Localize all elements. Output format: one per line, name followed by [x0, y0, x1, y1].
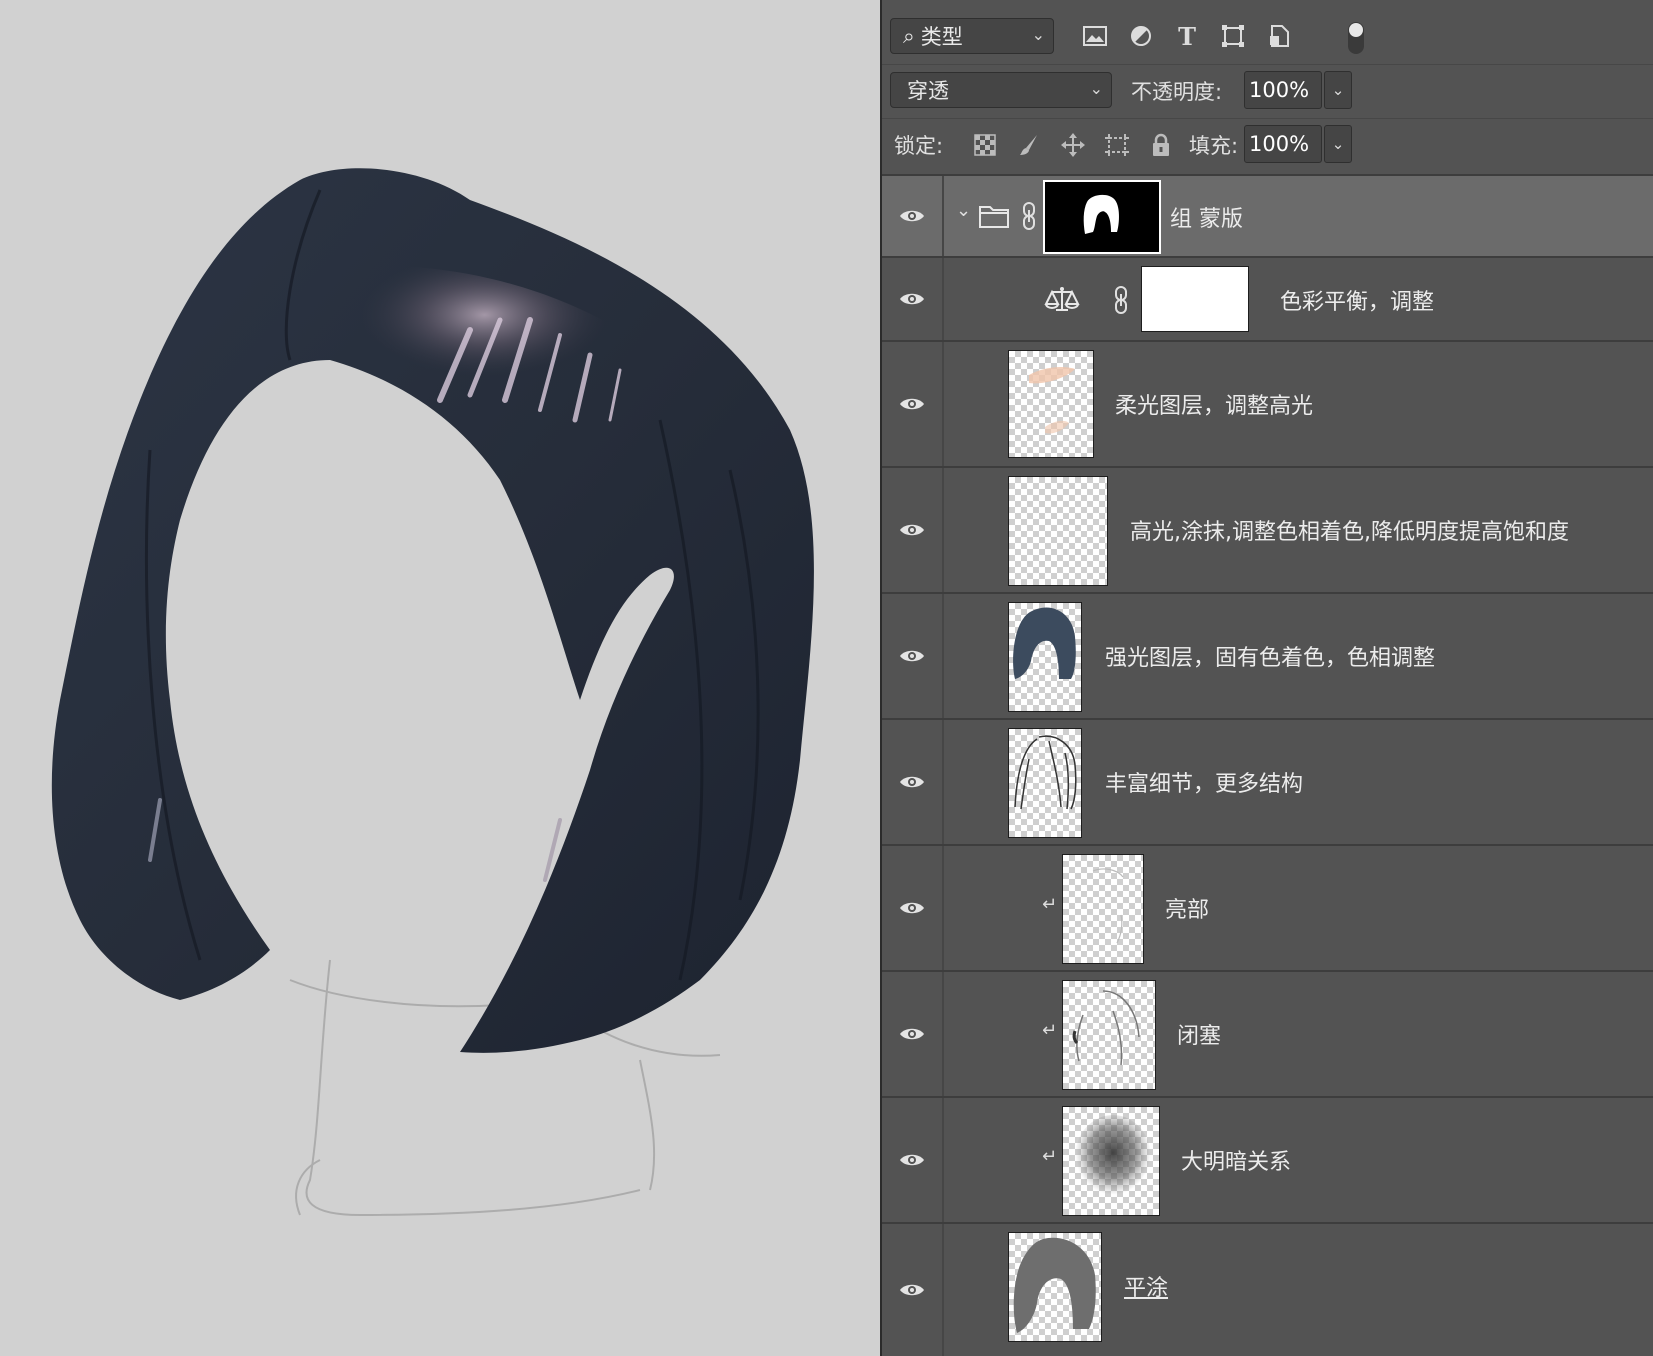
clipping-mask-arrow-icon: ↵	[1042, 894, 1058, 915]
layer-row-highlight[interactable]: 高光,涂抹,调整色相着色,降低明度提高饱和度	[882, 468, 1653, 594]
opacity-label: 不透明度:	[1131, 80, 1223, 104]
lock-row: 锁定: 填充: 100% ⌄	[882, 118, 1653, 176]
fill-dropdown-button[interactable]: ⌄	[1324, 125, 1352, 163]
filter-toggle[interactable]	[1348, 22, 1364, 54]
eye-icon	[900, 776, 924, 788]
filter-kind-value: 类型	[920, 25, 963, 49]
fill-input[interactable]: 100%	[1244, 125, 1322, 163]
clipping-mask-arrow-icon: ↵	[1042, 1020, 1058, 1041]
opacity-input[interactable]: 100%	[1244, 71, 1322, 109]
layer-name: 丰富细节，更多结构	[1105, 772, 1304, 797]
layer-name: 色彩平衡，调整	[1280, 290, 1435, 315]
eye-icon	[900, 1154, 924, 1166]
layer-row-color-balance[interactable]: 色彩平衡，调整	[882, 258, 1653, 342]
layer-row-hard-light[interactable]: 强光图层，固有色着色，色相调整	[882, 594, 1653, 720]
link-icon[interactable]	[1114, 286, 1128, 318]
layer-thumbnail[interactable]	[1062, 854, 1144, 964]
visibility-toggle[interactable]	[882, 594, 944, 718]
layer-thumbnail[interactable]	[1062, 980, 1156, 1090]
eye-icon	[900, 524, 924, 536]
chevron-down-icon: ⌄	[1331, 81, 1345, 99]
eye-icon	[900, 293, 924, 305]
lock-label: 锁定:	[894, 134, 944, 158]
visibility-toggle[interactable]	[882, 1224, 944, 1356]
layer-thumbnail[interactable]	[1008, 728, 1082, 838]
visibility-toggle[interactable]	[882, 846, 944, 970]
blend-mode-dropdown[interactable]: 穿透 ⌄	[890, 72, 1112, 108]
visibility-toggle[interactable]	[882, 176, 944, 256]
layer-name: 闭塞	[1177, 1024, 1222, 1049]
document-canvas[interactable]	[0, 0, 880, 1356]
layer-row-light-part[interactable]: ↵ 亮部	[882, 846, 1653, 972]
eye-icon	[900, 1284, 924, 1296]
hair-artwork	[51, 168, 814, 1217]
filter-row: ⌕ 类型 ⌄ T	[882, 10, 1653, 65]
layer-name: 平涂	[1124, 1276, 1169, 1301]
layer-row-detail[interactable]: 丰富细节，更多结构	[882, 720, 1653, 846]
layer-thumbnail[interactable]	[1008, 350, 1094, 458]
lock-transparent-pixels-icon[interactable]	[968, 128, 1002, 162]
blend-row: 穿透 ⌄ 不透明度: 100% ⌄	[882, 64, 1653, 119]
opacity-dropdown-button[interactable]: ⌄	[1324, 71, 1352, 109]
color-balance-icon	[1044, 286, 1080, 318]
chevron-down-icon: ⌄	[1331, 135, 1345, 153]
visibility-toggle[interactable]	[882, 258, 944, 340]
lock-artboard-icon[interactable]	[1100, 128, 1134, 162]
visibility-toggle[interactable]	[882, 972, 944, 1096]
layer-name: 大明暗关系	[1181, 1150, 1292, 1175]
layer-name: 组 蒙版	[1170, 207, 1243, 232]
adjustment-filter-icon[interactable]	[1124, 19, 1158, 53]
lock-position-icon[interactable]	[1056, 128, 1090, 162]
layer-row-group[interactable]: ⌄ 组 蒙版	[882, 176, 1653, 258]
layer-name: 强光图层，固有色着色，色相调整	[1105, 646, 1436, 671]
eye-icon	[900, 398, 924, 410]
layer-thumbnail[interactable]	[1008, 602, 1082, 712]
group-expand-chevron-icon[interactable]: ⌄	[956, 200, 971, 221]
layer-thumbnail[interactable]	[1008, 1232, 1102, 1342]
type-filter-icon[interactable]: T	[1170, 19, 1204, 53]
layer-mask-thumbnail[interactable]	[1043, 180, 1161, 254]
link-icon[interactable]	[1022, 202, 1036, 234]
layer-row-occlusion[interactable]: ↵ 闭塞	[882, 972, 1653, 1098]
layer-row-big-value[interactable]: ↵ 大明暗关系	[882, 1098, 1653, 1224]
shape-filter-icon[interactable]	[1216, 19, 1250, 53]
layer-row-soft-light[interactable]: 柔光图层，调整高光	[882, 342, 1653, 468]
search-icon: ⌕	[903, 23, 915, 48]
layer-thumbnail[interactable]	[1062, 1106, 1160, 1216]
eye-icon	[900, 210, 924, 222]
image-filter-icon[interactable]	[1078, 19, 1112, 53]
smart-object-filter-icon[interactable]	[1262, 19, 1296, 53]
chevron-down-icon: ⌄	[1089, 79, 1103, 98]
layers-panel: ⌕ 类型 ⌄ T 穿透 ⌄ 不透明度: 100% ⌄ 锁定: 填充: 100% …	[880, 0, 1653, 1356]
lock-all-icon[interactable]	[1144, 128, 1178, 162]
filter-kind-dropdown[interactable]: ⌕ 类型 ⌄	[890, 18, 1054, 54]
layer-name: 亮部	[1165, 898, 1210, 923]
adjustment-mask-thumbnail[interactable]	[1141, 266, 1249, 332]
layer-name: 柔光图层，调整高光	[1115, 394, 1314, 419]
eye-icon	[900, 650, 924, 662]
visibility-toggle[interactable]	[882, 468, 944, 592]
eye-icon	[900, 1028, 924, 1040]
visibility-toggle[interactable]	[882, 342, 944, 466]
visibility-toggle[interactable]	[882, 720, 944, 844]
eye-icon	[900, 902, 924, 914]
layer-name: 高光,涂抹,调整色相着色,降低明度提高饱和度	[1130, 520, 1569, 545]
lock-image-pixels-icon[interactable]	[1012, 128, 1046, 162]
fill-label: 填充:	[1189, 134, 1239, 158]
folder-icon	[979, 204, 1009, 232]
chevron-down-icon: ⌄	[1031, 25, 1045, 44]
layer-thumbnail[interactable]	[1008, 476, 1108, 586]
blend-mode-value: 穿透	[907, 79, 949, 103]
layer-row-flat[interactable]: 平涂	[882, 1224, 1653, 1356]
visibility-toggle[interactable]	[882, 1098, 944, 1222]
clipping-mask-arrow-icon: ↵	[1042, 1146, 1058, 1167]
